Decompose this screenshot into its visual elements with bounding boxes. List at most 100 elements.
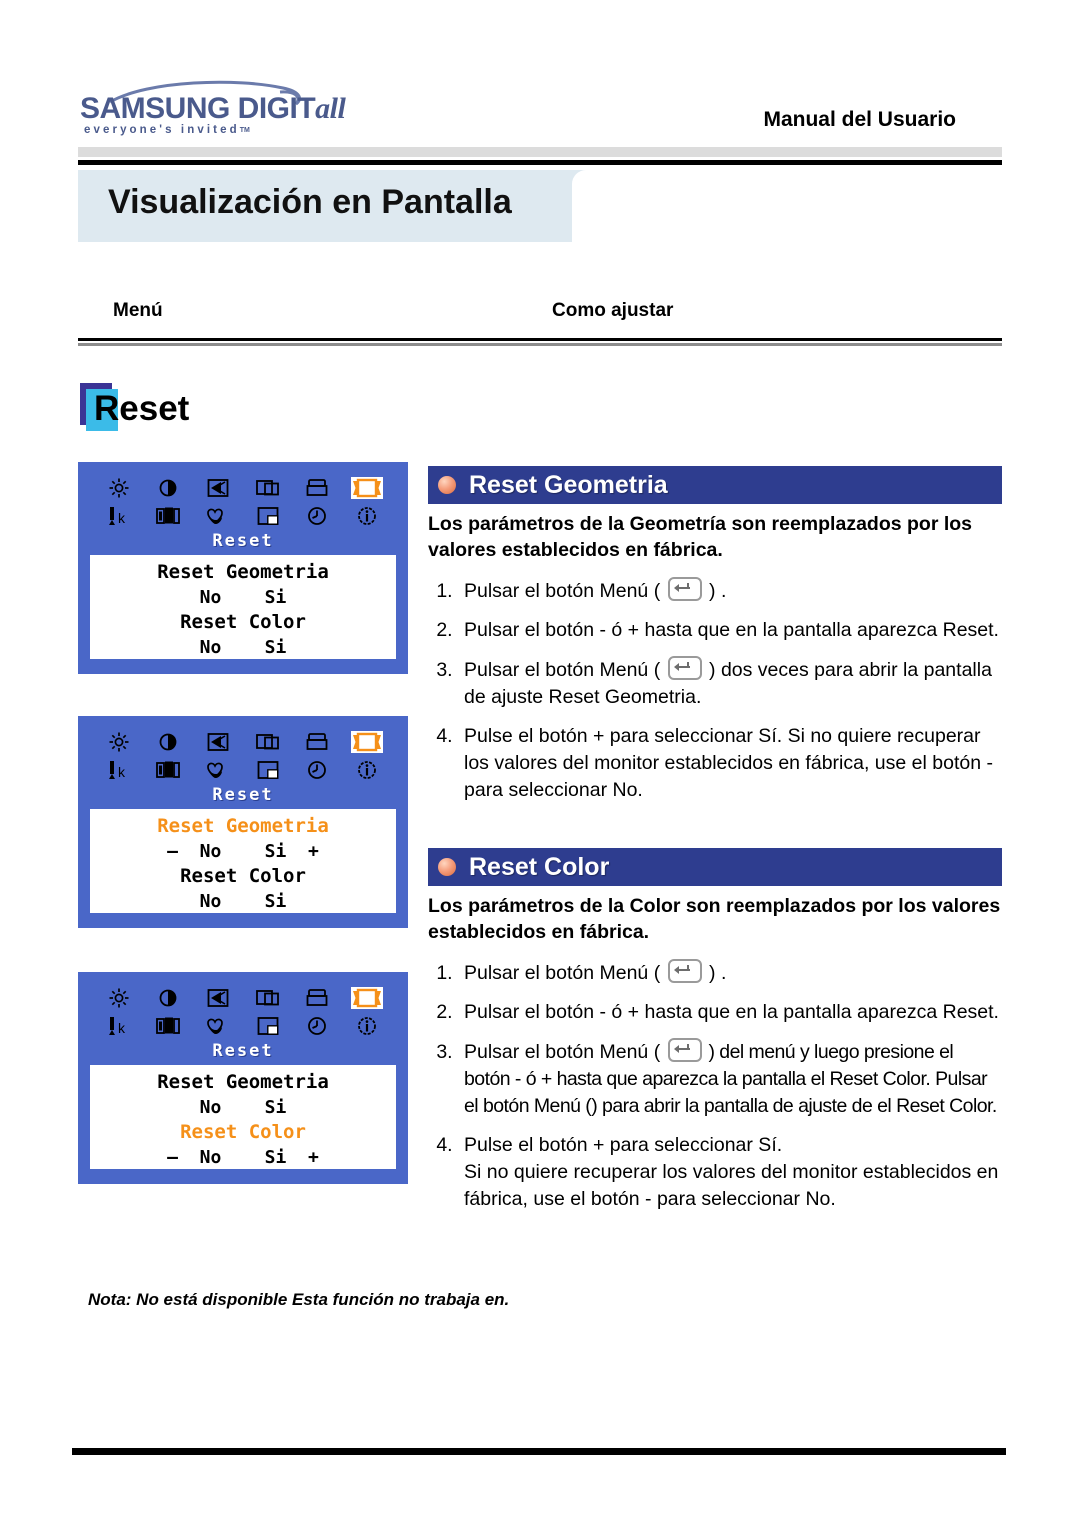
header-grey-strip bbox=[78, 147, 1002, 157]
h-position-icon bbox=[255, 731, 281, 753]
v-position-icon bbox=[256, 1015, 280, 1037]
step-item: Pulsar el botón Menú ( ) del menú y lueg… bbox=[458, 1038, 1002, 1120]
color-temperature-icon: k bbox=[106, 1015, 132, 1037]
osd-item-label: Reset Geometria bbox=[157, 561, 329, 583]
h-position-icon bbox=[255, 987, 281, 1009]
osd-item-label-selected: Reset Geometria bbox=[157, 815, 329, 837]
section-reset-geometria: Reset Geometria Los parámetros de la Geo… bbox=[428, 466, 1002, 804]
step-text: Pulse el botón + para seleccionar Sí. Si… bbox=[464, 1134, 999, 1210]
color-temperature-icon: k bbox=[106, 505, 132, 527]
menu-button-icon bbox=[667, 959, 702, 983]
section-title: Reset Color bbox=[469, 852, 610, 881]
samsung-logo: SAMSUNG DIGITall everyone's invitedTM bbox=[78, 78, 346, 140]
section-description: Los parámetros de la Color son reemplaza… bbox=[428, 895, 1001, 943]
note-text: Nota: No está disponible Esta función no… bbox=[88, 1290, 510, 1309]
reset-badge: Reset bbox=[80, 383, 200, 431]
brightness-icon bbox=[108, 477, 130, 499]
osd-item-options: No Si bbox=[199, 587, 287, 608]
osd-item-options: – No Si + bbox=[167, 1147, 319, 1168]
footer-rule bbox=[72, 1448, 1006, 1455]
brightness-icon bbox=[108, 731, 130, 753]
osd-item-label: Reset Color bbox=[180, 611, 306, 633]
osd-items-box: Reset Geometria No Si Reset Color No Si bbox=[90, 555, 396, 659]
osd-timer-icon bbox=[306, 505, 328, 527]
logo-tagline: everyone's invitedTM bbox=[84, 124, 250, 136]
osd-items-box: Reset Geometria – No Si + Reset Color No… bbox=[90, 809, 396, 913]
step-item: Pulsar el botón - ó + hasta que en la pa… bbox=[458, 999, 1002, 1026]
menu-button-icon bbox=[667, 1038, 702, 1062]
color-tune-icon bbox=[205, 1016, 231, 1036]
step-text: Pulse el botón + para seleccionar Sí. Si… bbox=[464, 725, 993, 801]
svg-text:k: k bbox=[118, 764, 126, 780]
step-text: Pulsar el botón Menú ( bbox=[464, 1041, 666, 1063]
osd-screenshot-2: k Reset Reset Geometria – No Si + Reset … bbox=[78, 716, 408, 928]
moire-icon bbox=[206, 731, 230, 753]
menu-button-icon bbox=[667, 577, 702, 601]
step-item: Pulsar el botón Menú ( ) . bbox=[458, 577, 1002, 605]
osd-category-label: Reset bbox=[212, 1041, 274, 1061]
contrast-icon bbox=[157, 731, 179, 753]
information-icon bbox=[356, 759, 378, 781]
reset-icon bbox=[351, 731, 384, 753]
color-temperature-icon: k bbox=[106, 759, 132, 781]
bullet-sphere-icon bbox=[438, 858, 456, 876]
step-text: Pulsar el botón - ó + hasta que en la pa… bbox=[464, 619, 999, 641]
manual-title: Manual del Usuario bbox=[763, 108, 956, 131]
step-text: ) . bbox=[703, 962, 727, 984]
osd-item-options: No Si bbox=[199, 637, 287, 658]
step-item: Pulsar el botón Menú ( ) dos veces para … bbox=[458, 656, 1002, 711]
osd-item-label: Reset Geometria bbox=[157, 1071, 329, 1093]
steps-list: Pulsar el botón Menú ( ) . Pulsar el bot… bbox=[428, 577, 1002, 804]
osd-icon-grid: k bbox=[94, 984, 392, 1040]
information-icon bbox=[356, 505, 378, 527]
contrast-icon bbox=[157, 477, 179, 499]
step-item: Pulsar el botón - ó + hasta que en la pa… bbox=[458, 617, 1002, 644]
color-control-icon bbox=[155, 759, 181, 781]
osd-item-options: No Si bbox=[199, 1097, 287, 1118]
information-icon bbox=[356, 1015, 378, 1037]
image-size-icon bbox=[305, 477, 329, 499]
v-position-icon bbox=[256, 759, 280, 781]
section-title: Reset Geometria bbox=[469, 470, 668, 499]
step-item: Pulse el botón + para seleccionar Sí. Si… bbox=[458, 1132, 1002, 1213]
osd-icon-grid: k bbox=[94, 728, 392, 784]
section-reset-color: Reset Color Los parámetros de la Color s… bbox=[428, 848, 1002, 1213]
contrast-icon bbox=[157, 987, 179, 1009]
section-description: Los parámetros de la Geometría son reemp… bbox=[428, 513, 973, 561]
svg-text:k: k bbox=[118, 1020, 126, 1036]
osd-item-label-selected: Reset Color bbox=[180, 1121, 306, 1143]
color-control-icon bbox=[155, 1015, 181, 1037]
osd-icon-grid: k bbox=[94, 474, 392, 530]
section-header: Reset Color bbox=[428, 848, 1002, 886]
moire-icon bbox=[206, 477, 230, 499]
svg-text:k: k bbox=[118, 510, 126, 526]
steps-list: Pulsar el botón Menú ( ) . Pulsar el bot… bbox=[428, 959, 1002, 1213]
step-text: Pulsar el botón - ó + hasta que en la pa… bbox=[464, 1001, 999, 1023]
bullet-sphere-icon bbox=[438, 476, 456, 494]
osd-timer-icon bbox=[306, 759, 328, 781]
page-title: Visualización en Pantalla bbox=[108, 183, 512, 221]
step-item: Pulsar el botón Menú ( ) . bbox=[458, 959, 1002, 987]
badge-label: Reset bbox=[94, 389, 190, 428]
osd-category-label: Reset bbox=[212, 785, 274, 805]
reset-icon bbox=[351, 987, 384, 1009]
v-position-icon bbox=[256, 505, 280, 527]
color-tune-icon bbox=[205, 760, 231, 780]
column-header-menu: Menú bbox=[113, 300, 163, 321]
logo-wordmark: SAMSUNG DIGITall bbox=[80, 92, 346, 125]
moire-icon bbox=[206, 987, 230, 1009]
header-rule bbox=[78, 160, 1002, 165]
reset-icon bbox=[351, 477, 384, 499]
osd-screenshot-1: k Reset Reset Geometria No Si Reset Colo… bbox=[78, 462, 408, 674]
menu-button-icon bbox=[667, 656, 702, 680]
image-size-icon bbox=[305, 987, 329, 1009]
step-text: Pulsar el botón Menú ( bbox=[464, 580, 666, 602]
section-header: Reset Geometria bbox=[428, 466, 1002, 504]
osd-item-label: Reset Color bbox=[180, 865, 306, 887]
osd-items-box: Reset Geometria No Si Reset Color – No S… bbox=[90, 1065, 396, 1169]
brightness-icon bbox=[108, 987, 130, 1009]
color-control-icon bbox=[155, 505, 181, 527]
h-position-icon bbox=[255, 477, 281, 499]
column-divider-rule bbox=[78, 338, 1002, 347]
step-text: Pulsar el botón Menú ( bbox=[464, 962, 666, 984]
